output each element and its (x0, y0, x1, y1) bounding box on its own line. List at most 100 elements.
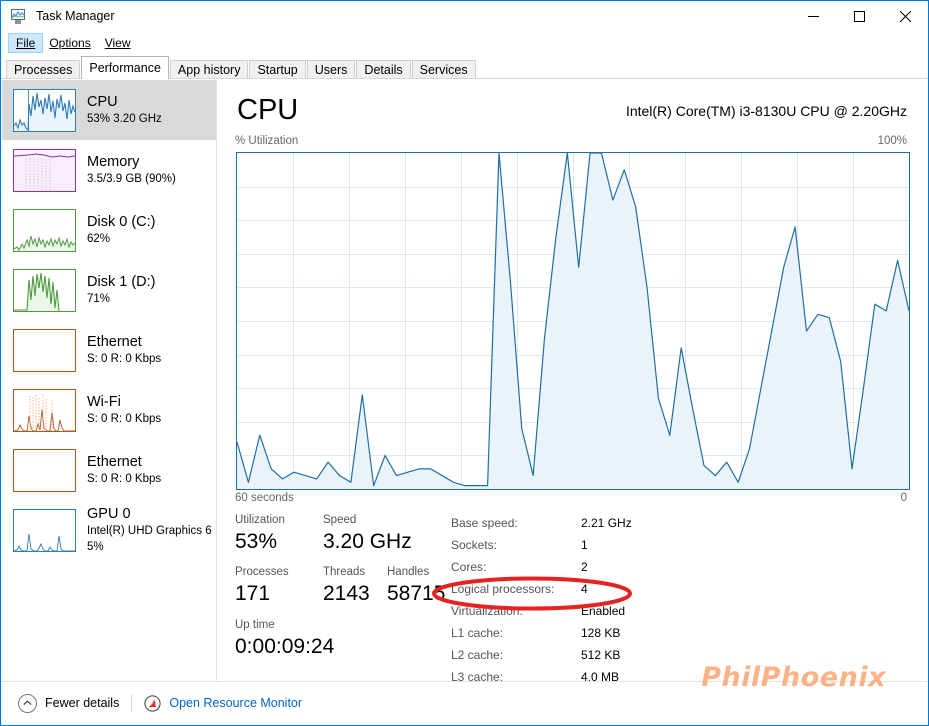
stat-uptime-value: 0:00:09:24 (235, 635, 335, 658)
menu-options[interactable]: Options (42, 34, 97, 52)
sidebar-item-disk1[interactable]: Disk 1 (D:) 71% (2, 260, 216, 320)
sidebar-item-gpu0[interactable]: GPU 0 Intel(R) UHD Graphics 6 5% (2, 500, 216, 560)
sidebar-item-disk0[interactable]: Disk 0 (C:) 62% (2, 200, 216, 260)
detail-row: Cores: 2 (451, 556, 751, 578)
detail-value-cores: 2 (581, 560, 588, 574)
detail-value-l2-cache: 512 KB (581, 648, 621, 662)
stat-speed: Speed 3.20 GHz (323, 512, 412, 556)
sidebar-item-wifi-sub: S: 0 R: 0 Kbps (87, 412, 162, 425)
sidebar-item-ethernet-2[interactable]: Ethernet S: 0 R: 0 Kbps (2, 440, 216, 500)
detail-row: Base speed: 2.21 GHz (451, 512, 751, 534)
tab-app-history-label: App history (177, 63, 241, 77)
stat-uptime: Up time 0:00:09:24 (235, 617, 334, 661)
detail-key-cores: Cores: (451, 560, 487, 574)
sidebar-cpu-text: CPU 53% 3.20 GHz (87, 94, 162, 127)
graph-bottom-axis: 60 seconds 0 (235, 492, 907, 509)
cpu-utilization-graph[interactable] (236, 152, 910, 490)
title-bar: Task Manager (1, 1, 928, 32)
tab-processes-label: Processes (14, 63, 73, 77)
fewer-details-button[interactable]: Fewer details (18, 693, 119, 713)
sidebar-gpu0-text: GPU 0 Intel(R) UHD Graphics 6 5% (87, 506, 212, 555)
tab-startup[interactable]: Startup (249, 60, 306, 79)
sidebar-item-ethernet-1-sub: S: 0 R: 0 Kbps (87, 352, 162, 365)
detail-value-base-speed: 2.21 GHz (581, 516, 632, 530)
window-controls (790, 1, 928, 32)
tab-startup-label: Startup (257, 63, 298, 77)
cpu-chart-svg (237, 153, 909, 489)
stat-processes: Processes 171 (235, 564, 289, 608)
y-axis-label: % Utilization (235, 135, 299, 147)
disk1-thumbnail (13, 268, 76, 312)
stat-handles: Handles 58715 (387, 564, 445, 608)
maximize-icon (853, 11, 865, 22)
sidebar-memory-text: Memory 3.5/3.9 GB (90%) (87, 154, 176, 187)
detail-key-virtualization: Virtualization: (451, 604, 523, 618)
stat-handles-label: Handles (387, 566, 430, 578)
panel-header: CPU Intel(R) Core(TM) i3-8130U CPU @ 2.2… (237, 93, 907, 133)
sidebar-item-disk0-title: Disk 0 (C:) (87, 213, 156, 230)
sidebar-item-memory-title: Memory (87, 153, 140, 170)
open-resource-monitor-link[interactable]: Open Resource Monitor (144, 694, 302, 712)
tab-app-history[interactable]: App history (169, 60, 249, 79)
sidebar-item-disk0-sub: 62% (87, 232, 111, 245)
sidebar-item-ethernet-2-sub: S: 0 R: 0 Kbps (87, 472, 162, 485)
detail-value-logical-processors: 4 (581, 582, 588, 596)
x-axis-left-label: 60 seconds (235, 492, 294, 504)
sidebar-item-ethernet-1-title: Ethernet (87, 333, 142, 350)
stats-area: Utilization 53% Speed 3.20 GHz Processes… (235, 512, 917, 684)
detail-key-base-speed: Base speed: (451, 516, 518, 530)
sidebar-item-cpu-title: CPU (87, 93, 118, 110)
sidebar-item-gpu0-sub2: 5% (87, 540, 104, 553)
sidebar-item-gpu0-sub: Intel(R) UHD Graphics 6 (87, 524, 212, 537)
detail-key-l2-cache: L2 cache: (451, 648, 504, 662)
detail-row: L1 cache: 128 KB (451, 622, 751, 644)
close-icon (899, 11, 911, 22)
tab-strip: Processes Performance App history Startu… (1, 55, 928, 79)
minimize-icon (807, 16, 819, 17)
stat-utilization-value: 53% (235, 530, 278, 553)
stat-speed-value: 3.20 GHz (323, 530, 412, 553)
resource-monitor-icon (144, 694, 161, 712)
close-button[interactable] (882, 1, 928, 32)
y-axis-max-label: 100% (877, 135, 907, 147)
page-title: CPU (237, 94, 299, 126)
status-bar: Fewer details Open Resource Monitor (2, 681, 927, 724)
menu-options-label: Options (49, 35, 91, 50)
tab-services[interactable]: Services (411, 60, 476, 79)
task-manager-icon (10, 8, 27, 25)
detail-key-l1-cache: L1 cache: (451, 626, 504, 640)
cpu-thumbnail (13, 88, 76, 132)
tab-processes[interactable]: Processes (6, 60, 81, 79)
sidebar-item-cpu[interactable]: CPU 53% 3.20 GHz (2, 80, 216, 140)
detail-value-l1-cache: 128 KB (581, 626, 621, 640)
minimize-button[interactable] (790, 1, 836, 32)
detail-key-sockets: Sockets: (451, 538, 498, 552)
window-title: Task Manager (36, 9, 115, 24)
tab-details[interactable]: Details (356, 60, 411, 79)
sidebar-disk1-text: Disk 1 (D:) 71% (87, 274, 155, 307)
maximize-button[interactable] (836, 1, 882, 32)
sidebar-item-memory[interactable]: Memory 3.5/3.9 GB (90%) (2, 140, 216, 200)
tab-services-label: Services (419, 63, 468, 77)
stat-uptime-label: Up time (235, 619, 275, 631)
stat-utilization: Utilization 53% (235, 512, 285, 556)
detail-value-virtualization: Enabled (581, 604, 626, 618)
sidebar-item-wifi[interactable]: Wi-Fi S: 0 R: 0 Kbps (2, 380, 216, 440)
cpu-model-label: Intel(R) Core(TM) i3-8130U CPU @ 2.20GHz (625, 103, 907, 119)
resource-sidebar[interactable]: CPU 53% 3.20 GHz Memory 3.5/3.9 GB (90%)… (2, 80, 216, 684)
sidebar-item-wifi-title: Wi-Fi (87, 393, 121, 410)
tab-users[interactable]: Users (306, 60, 356, 79)
menu-file[interactable]: File (7, 32, 44, 53)
status-separator (131, 694, 133, 712)
stat-speed-label: Speed (323, 514, 357, 526)
ethernet-thumbnail (13, 328, 76, 372)
tab-performance[interactable]: Performance (81, 56, 169, 79)
stat-utilization-label: Utilization (235, 514, 285, 526)
menu-view[interactable]: View (98, 34, 138, 52)
gpu0-thumbnail (13, 508, 76, 552)
sidebar-item-ethernet-1[interactable]: Ethernet S: 0 R: 0 Kbps (2, 320, 216, 380)
cpu-details-list: Base speed: 2.21 GHz Sockets: 1 Cores: 2… (451, 512, 751, 688)
x-axis-right-label: 0 (900, 492, 907, 504)
wifi-thumbnail (13, 388, 76, 432)
stat-threads-value: 2143 (323, 582, 370, 605)
